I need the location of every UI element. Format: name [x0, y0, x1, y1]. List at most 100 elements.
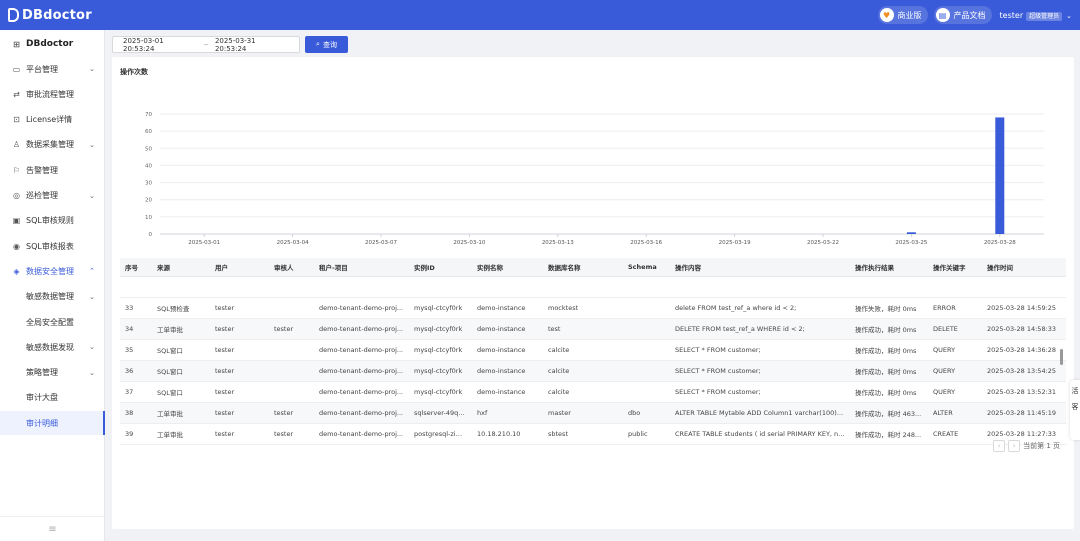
table-cell: demo-instance: [472, 297, 543, 319]
table-scrollbar[interactable]: [1060, 349, 1063, 365]
sidebar-subitem-1[interactable]: 敏感数据管理 ⌄: [0, 285, 105, 309]
table-cell: tester: [210, 360, 269, 382]
table-row[interactable]: 39 工单审批 tester tester demo-tenant-demo-proj.…: [120, 423, 1066, 445]
table-cell: mysql-ctcyf0rk: [409, 360, 472, 382]
column-header: 操作执行结果: [850, 258, 928, 277]
sidebar-subitem-4[interactable]: 策略管理 ⌄: [0, 361, 105, 385]
table-cell: dbo: [623, 402, 670, 424]
table-cell: tester: [269, 318, 314, 340]
table-row[interactable]: 33 SQL预检查 tester demo-tenant-demo-proj... my…: [120, 297, 1066, 319]
sidebar-item-3[interactable]: ⊡ License详情: [0, 108, 105, 132]
table-cell: 33: [120, 297, 152, 319]
table-cell: mysql-ctcyf0rk: [409, 297, 472, 319]
sidebar-brand[interactable]: ⊞ DBdoctor: [0, 32, 105, 56]
y-tick-label: 70: [145, 112, 152, 118]
table-cell: 工单审批: [152, 318, 210, 340]
chevron-icon: ⌄: [89, 65, 95, 73]
table-cell: SELECT * FROM customer;: [670, 381, 850, 403]
docs-label: 产品文档: [953, 10, 986, 20]
y-tick-label: 10: [145, 215, 152, 221]
bar-2025-03-25[interactable]: [906, 232, 916, 234]
sidebar-item-4[interactable]: ♙ 数据采集管理 ⌄: [0, 133, 105, 157]
sidebar-subitem-6[interactable]: 审计明细: [0, 411, 105, 436]
docs-button[interactable]: ▤ 产品文档: [933, 6, 992, 24]
table-cell: 2025-03-28 13:52:31: [982, 381, 1066, 403]
prev-page-button[interactable]: ‹: [993, 440, 1006, 452]
grid-icon: ⊞: [13, 39, 20, 49]
search-button[interactable]: ⌕ 查询: [305, 36, 348, 53]
username: tester: [999, 10, 1024, 20]
x-tick-label: 2025-03-10: [453, 240, 485, 246]
rule-icon: ▣: [12, 216, 21, 226]
business-edition-label: 商业版: [897, 10, 922, 20]
sidebar-subitem-3[interactable]: 敏感数据发现 ⌄: [0, 335, 105, 359]
filter-bar: 2025-03-01 20:53:24 ~ 2025-03-31 20:53:2…: [112, 36, 348, 53]
table-cell: master: [543, 402, 623, 424]
sidebar-item-6[interactable]: ◎ 巡检管理 ⌄: [0, 184, 105, 208]
x-tick-label: 2025-03-22: [807, 240, 839, 246]
x-tick-label: 2025-03-28: [984, 240, 1016, 246]
table-cell: 操作成功，耗时 0ms: [850, 360, 928, 382]
sidebar-subitem-2[interactable]: 全局安全配置: [0, 310, 105, 334]
y-tick-label: 40: [145, 163, 152, 169]
table-cell: tester: [269, 423, 314, 445]
table-cell: 操作成功，耗时 0ms: [850, 381, 928, 403]
table-row[interactable]: 35 SQL窗口 tester demo-tenant-demo-proj... mys…: [120, 339, 1066, 361]
column-header: Schema: [623, 258, 670, 277]
table-cell: calcite: [543, 360, 623, 382]
table-row[interactable]: 38 工单审批 tester tester demo-tenant-demo-proj.…: [120, 402, 1066, 424]
date-range-picker[interactable]: 2025-03-01 20:53:24 ~ 2025-03-31 20:53:2…: [112, 36, 300, 53]
table-cell: demo-tenant-demo-proj...: [314, 318, 409, 340]
sidebar-item-label: 数据采集管理: [26, 140, 74, 150]
sidebar-item-1[interactable]: ▭ 平台管理 ⌄: [0, 57, 105, 81]
table-row[interactable]: 34 工单审批 tester tester demo-tenant-demo-proj.…: [120, 318, 1066, 340]
sidebar-subitem-label: 敏感数据管理: [26, 292, 74, 302]
bar-2025-03-28[interactable]: [995, 117, 1005, 234]
collapse-menu-icon[interactable]: ≡: [0, 516, 105, 541]
next-page-button[interactable]: ›: [1008, 440, 1021, 452]
top-bar: DBdoctor ♥ 商业版 ▤ 产品文档 tester 超级管理员 ⌄: [0, 0, 1080, 30]
table-cell: hxf: [472, 402, 543, 424]
table-cell: 2025-03-28 14:59:25: [982, 297, 1066, 319]
column-header: 用户: [210, 258, 269, 277]
table-cell: 2025-03-28 14:36:28: [982, 339, 1066, 361]
table-cell: SQL预检查: [152, 297, 210, 319]
table-cell: sbtest: [543, 423, 623, 445]
document-icon: ▤: [935, 8, 950, 22]
activity-tool[interactable]: 活: [1070, 386, 1080, 396]
heart-icon: ♥: [879, 8, 894, 22]
table-cell: SELECT * FROM customer;: [670, 360, 850, 382]
table-cell: [623, 339, 670, 361]
sidebar-item-9[interactable]: ◈ 数据安全管理 ⌃: [0, 259, 105, 283]
audit-table: 序号 来源 用户 审核人 租户-项目 实例ID 实例名称 数据库名称 Schema 操作内容 操作执…: [120, 258, 1066, 445]
table-cell: 38: [120, 402, 152, 424]
table-cell: sqlserver-49q2...: [409, 402, 472, 424]
table-row[interactable]: 37 SQL窗口 tester demo-tenant-demo-proj... mys…: [120, 381, 1066, 403]
logo[interactable]: DBdoctor: [8, 8, 92, 23]
column-header: 操作内容: [670, 258, 850, 277]
report-icon: ◉: [13, 241, 20, 251]
table-cell: demo-tenant-demo-proj...: [314, 381, 409, 403]
support-tool[interactable]: 客: [1070, 402, 1080, 412]
sidebar: ⊞ DBdoctor ▭ 平台管理 ⌄ ⇄ 审批流程管理 ⊡ License详情 ♙ 数据采集管…: [0, 30, 105, 541]
sidebar-item-label: SQL审核报表: [26, 241, 74, 251]
table-cell: 操作成功，耗时 0ms: [850, 318, 928, 340]
table-cell: tester: [210, 318, 269, 340]
sidebar-item-label: 数据安全管理: [26, 266, 74, 276]
table-cell: 操作失败，耗时 0ms: [850, 297, 928, 319]
x-tick-label: 2025-03-01: [188, 240, 220, 246]
sidebar-subitem-label: 审计明细: [26, 418, 58, 428]
table-cell: 36: [120, 360, 152, 382]
sidebar-subitem-label: 策略管理: [26, 368, 58, 378]
table-row-partial: [120, 276, 1066, 298]
sidebar-item-7[interactable]: ▣ SQL审核规则: [0, 209, 105, 233]
page-indicator: 当前第 1 页: [1023, 442, 1060, 450]
table-cell: 操作成功，耗时 463...: [850, 402, 928, 424]
table-row[interactable]: 36 SQL窗口 tester demo-tenant-demo-proj... mys…: [120, 360, 1066, 382]
sidebar-item-8[interactable]: ◉ SQL审核报表: [0, 234, 105, 258]
business-edition-button[interactable]: ♥ 商业版: [877, 6, 928, 24]
sidebar-item-5[interactable]: ⚐ 告警管理: [0, 158, 105, 182]
sidebar-subitem-5[interactable]: 审计大盘: [0, 386, 105, 410]
sidebar-item-2[interactable]: ⇄ 审批流程管理: [0, 82, 105, 106]
user-menu[interactable]: tester 超级管理员 ⌄: [999, 10, 1072, 21]
